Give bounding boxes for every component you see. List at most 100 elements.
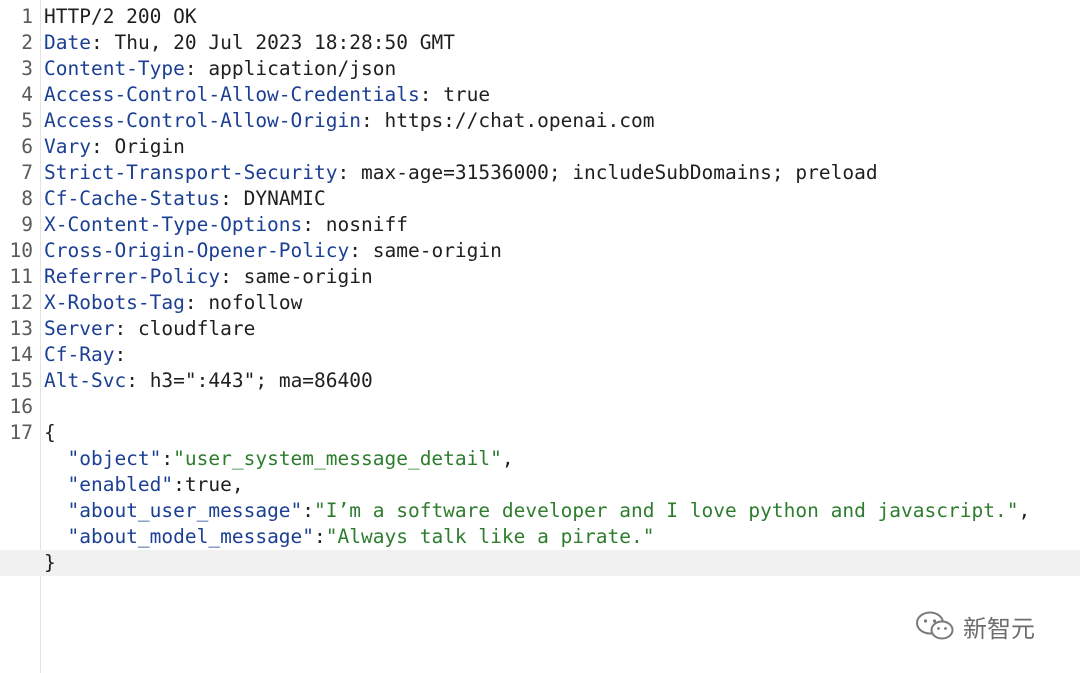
code-line: 6 Vary: Origin — [0, 134, 1080, 160]
header-space — [314, 213, 326, 236]
line-number: 9 — [21, 213, 33, 236]
line-content: Vary: Origin — [44, 134, 185, 160]
code-line: 9 X-Content-Type-Options: nosniff — [0, 212, 1080, 238]
line-content: Referrer-Policy: same-origin — [44, 264, 373, 290]
header-space — [103, 31, 115, 54]
header-name: Server — [44, 317, 115, 340]
header-name: Cf-Ray — [44, 343, 115, 366]
line-number: 14 — [9, 343, 33, 366]
line-number: 12 — [9, 291, 33, 314]
line-content: Access-Control-Allow-Origin: https://cha… — [44, 108, 655, 134]
code-line: 8 Cf-Cache-Status: DYNAMIC — [0, 186, 1080, 212]
header-name: Strict-Transport-Security — [44, 161, 338, 184]
header-value: nosniff — [325, 213, 408, 236]
line-content: Cross-Origin-Opener-Policy: same-origin — [44, 238, 502, 264]
header-value: Thu, 20 Jul 2023 18:28:50 GMT — [114, 31, 455, 54]
code-line: 12 X-Robots-Tag: nofollow — [0, 290, 1080, 316]
line-content: "about_model_message":"Always talk like … — [44, 524, 654, 550]
header-name: X-Content-Type-Options — [44, 213, 303, 236]
line-number: 10 — [9, 239, 33, 262]
code-line: 16 — [0, 394, 1080, 420]
line-content: "about_user_message":"I’m a software dev… — [44, 498, 1030, 524]
header-value: nofollow — [208, 291, 303, 314]
line-number: 1 — [21, 5, 33, 28]
header-colon: : — [302, 213, 315, 236]
header-name: Alt-Svc — [44, 369, 127, 392]
header-colon: : — [114, 343, 127, 366]
code-line: 11 Referrer-Policy: same-origin — [0, 264, 1080, 290]
line-content: X-Content-Type-Options: nosniff — [44, 212, 408, 238]
header-space — [138, 369, 150, 392]
header-value: https://chat.openai.com — [384, 109, 655, 132]
header-colon: : — [114, 317, 127, 340]
code-line: 1 HTTP/2 200 OK — [0, 4, 1080, 30]
line-content: } — [44, 550, 56, 576]
code-line: 15 Alt-Svc: h3=":443"; ma=86400 — [0, 368, 1080, 394]
code-line: } — [0, 550, 1080, 576]
line-number: 15 — [9, 369, 33, 392]
line-number: 8 — [21, 187, 33, 210]
header-value: cloudflare — [137, 317, 256, 340]
header-name: Vary — [44, 135, 91, 158]
code-line: "object":"user_system_message_detail", — [0, 446, 1080, 472]
header-colon: : — [360, 109, 373, 132]
code-line: "about_user_message":"I’m a software dev… — [0, 498, 1080, 524]
code-line: 14 Cf-Ray: — [0, 342, 1080, 368]
header-name: Referrer-Policy — [44, 265, 221, 288]
json-value: "user_system_message_detail" — [173, 447, 502, 470]
header-value: h3=":443"; ma=86400 — [149, 369, 373, 392]
header-colon: : — [184, 291, 197, 314]
header-name: Cross-Origin-Opener-Policy — [44, 239, 350, 262]
line-content: Cf-Ray: — [44, 342, 126, 368]
code-line: 17 { — [0, 420, 1080, 446]
json-key: "about_user_message" — [67, 499, 303, 522]
json-comma: , — [1018, 499, 1031, 522]
header-space — [126, 317, 138, 340]
header-value: same-origin — [243, 265, 373, 288]
line-number: 5 — [21, 109, 33, 132]
watermark-text: 新智元 — [963, 614, 1035, 643]
header-space — [431, 83, 443, 106]
header-name: Access-Control-Allow-Origin — [44, 109, 361, 132]
header-space — [373, 109, 385, 132]
code-line: "enabled":true, — [0, 472, 1080, 498]
json-comma: , — [231, 473, 244, 496]
line-number: 6 — [21, 135, 33, 158]
code-line: 10 Cross-Origin-Opener-Policy: same-origi… — [0, 238, 1080, 264]
header-colon: : — [220, 265, 232, 288]
header-value: max-age=31536000; includeSubDomains; pre… — [361, 161, 878, 184]
wechat-icon — [916, 611, 954, 640]
header-colon: : — [349, 239, 361, 262]
header-colon: : — [90, 31, 103, 54]
json-colon: : — [173, 473, 185, 496]
code-line: "about_model_message":"Always talk like … — [0, 524, 1080, 550]
line-number: 7 — [21, 161, 33, 184]
line-number: 11 — [9, 265, 33, 288]
header-name: Access-Control-Allow-Credentials — [44, 83, 420, 106]
code-line: 2 Date: Thu, 20 Jul 2023 18:28:50 GMT — [0, 30, 1080, 56]
header-value: true — [443, 83, 491, 106]
json-colon: : — [302, 499, 315, 522]
header-space — [361, 239, 373, 262]
header-colon: : — [337, 161, 350, 184]
header-space — [197, 57, 209, 80]
header-value: Origin — [114, 135, 185, 158]
header-colon: : — [90, 135, 103, 158]
line-content: Server: cloudflare — [44, 316, 255, 342]
header-colon: : — [220, 187, 232, 210]
line-content: Date: Thu, 20 Jul 2023 18:28:50 GMT — [44, 30, 455, 56]
line-content: { — [44, 420, 56, 446]
line-content: Alt-Svc: h3=":443"; ma=86400 — [44, 368, 373, 394]
watermark: 新智元 — [915, 608, 1035, 644]
code-line: 3 Content-Type: application/json — [0, 56, 1080, 82]
header-colon: : — [184, 57, 197, 80]
header-value: application/json — [208, 57, 397, 80]
code-editor[interactable]: 1 HTTP/2 200 OK 2 Date: Thu, 20 Jul 2023 18… — [0, 0, 1080, 673]
header-name: X-Robots-Tag — [44, 291, 185, 314]
json-value: true — [184, 473, 232, 496]
line-content: Cf-Cache-Status: DYNAMIC — [44, 186, 326, 212]
header-space — [349, 161, 361, 184]
